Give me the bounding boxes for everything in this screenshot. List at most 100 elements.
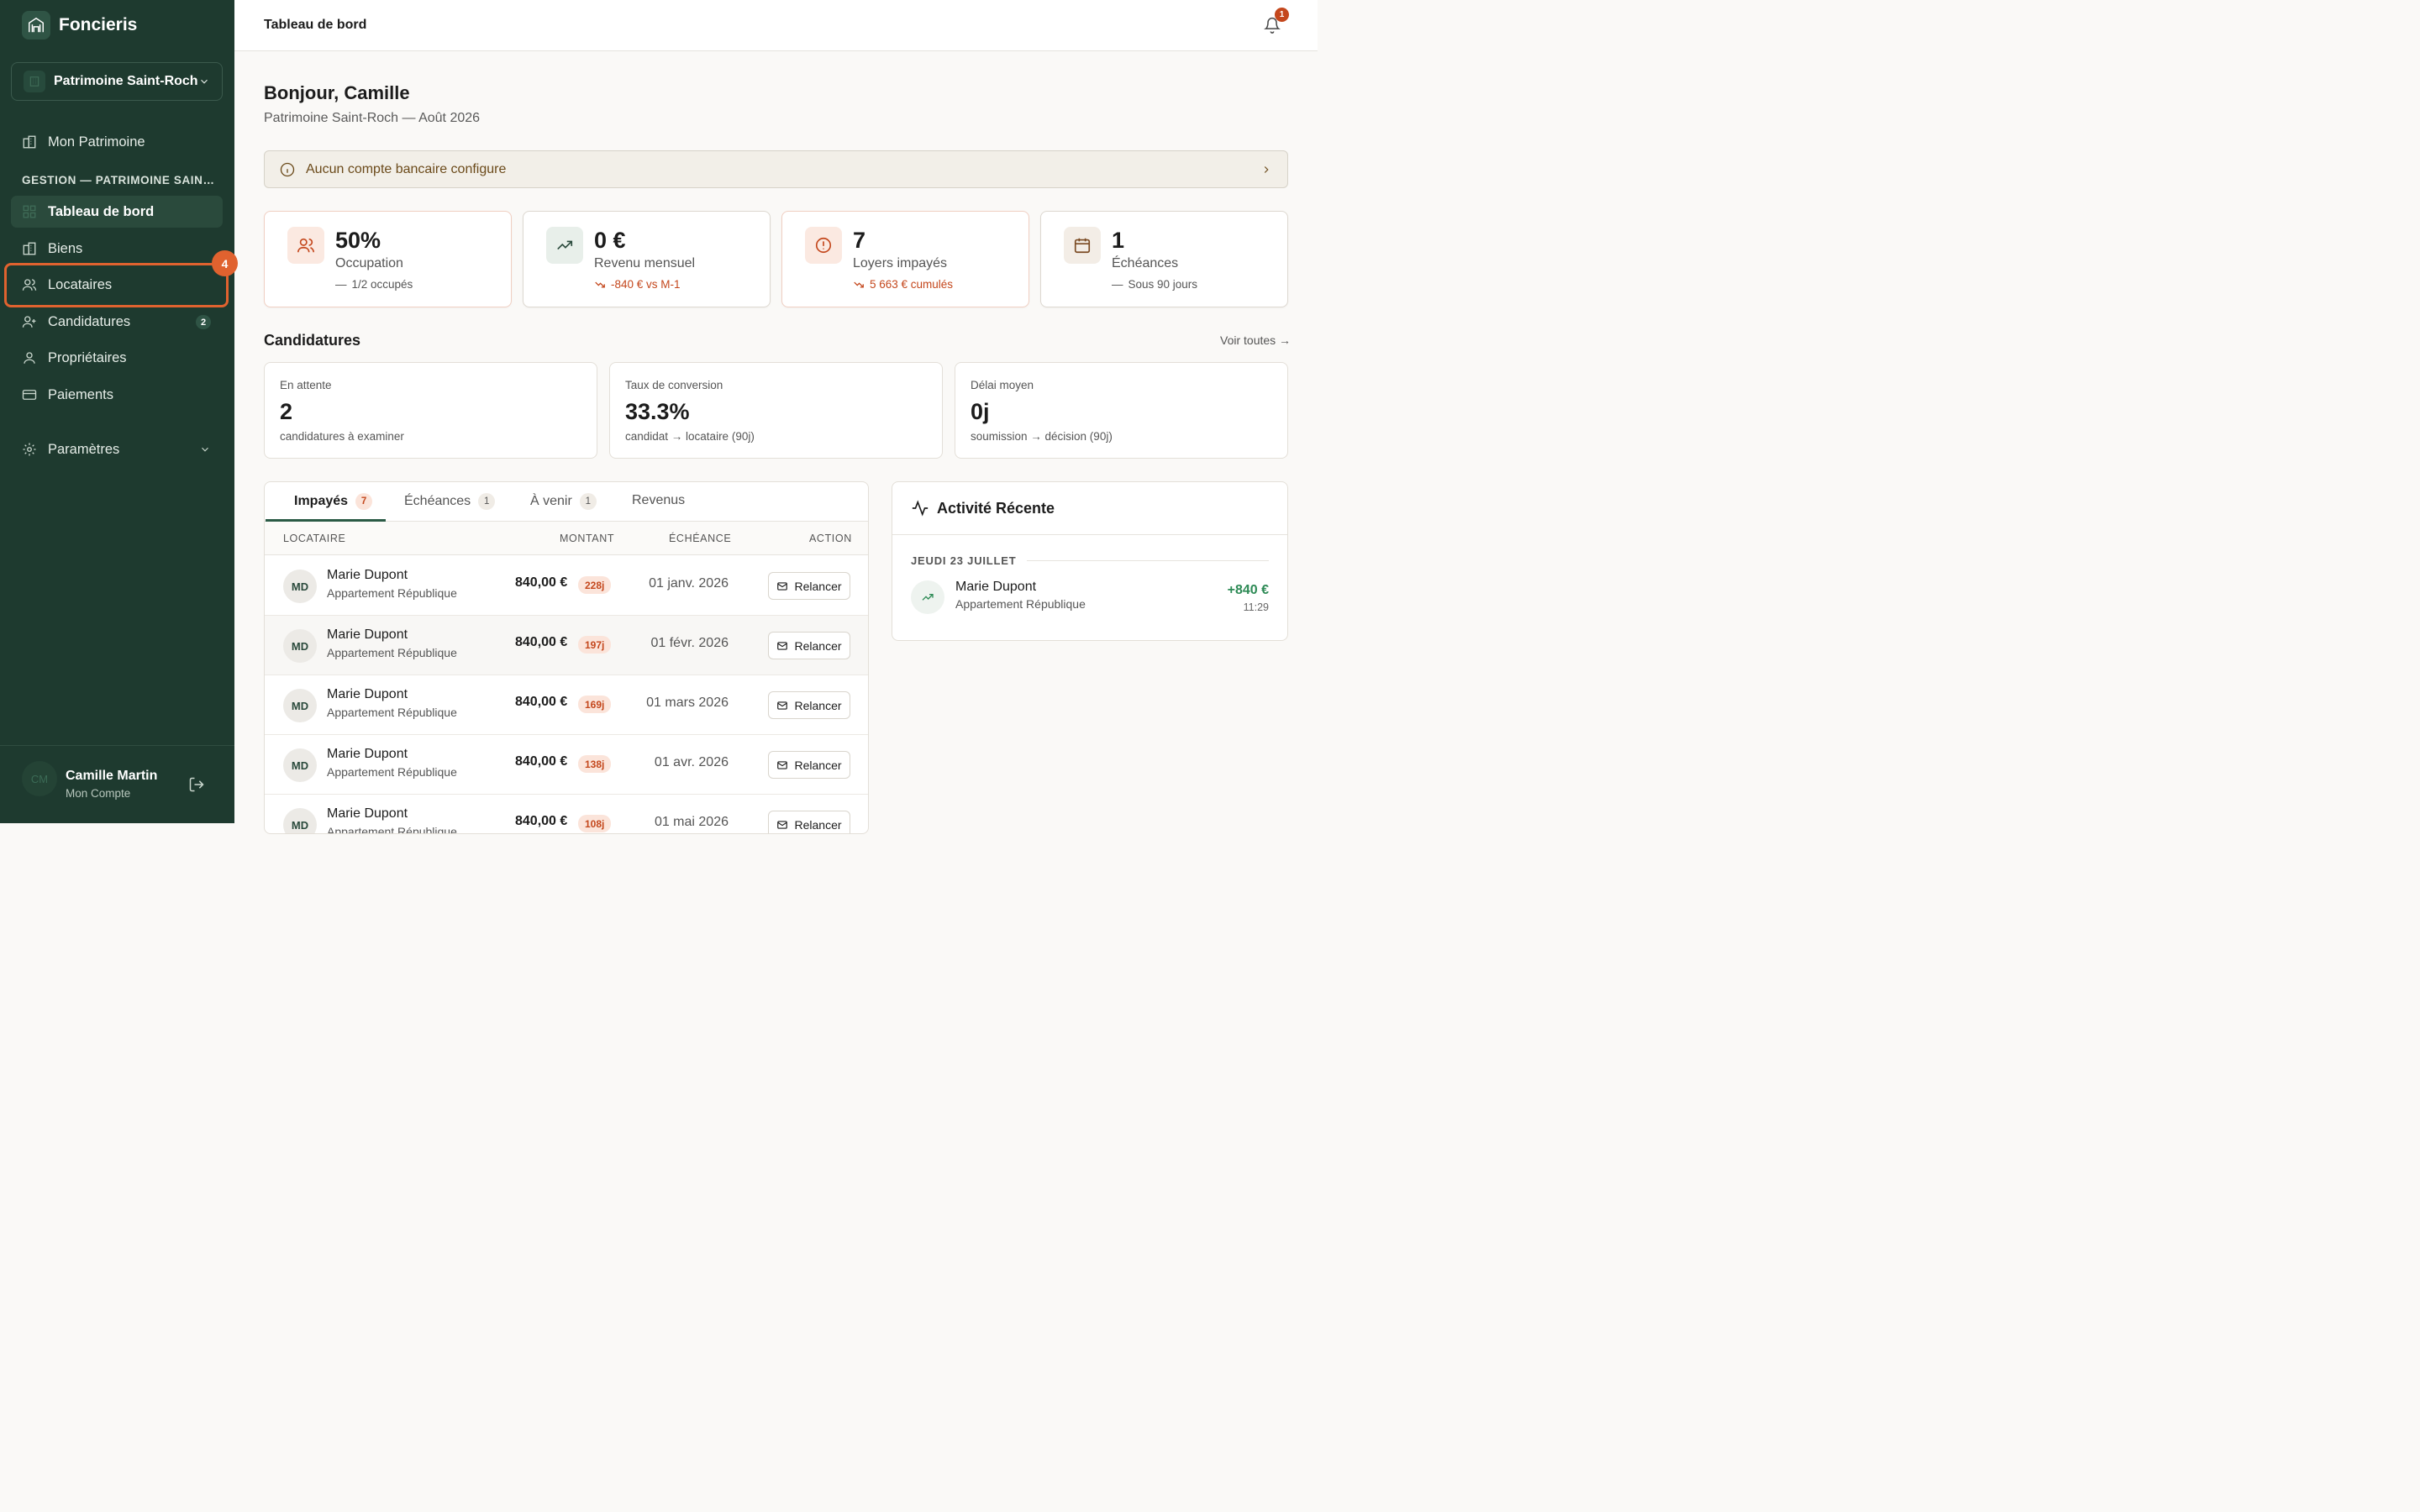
kpi-revenu[interactable]: 0 € Revenu mensuel -840 € vs M-1 (523, 211, 771, 307)
voir-toutes-link[interactable]: Voir toutes → (1220, 333, 1291, 347)
user-account-link[interactable]: Mon Compte (66, 787, 130, 800)
stat-value: 0j (971, 399, 990, 424)
sidebar-item-label: Propriétaires (48, 349, 127, 365)
mail-icon (776, 640, 788, 652)
sidebar-item-proprietaires[interactable]: Propriétaires (11, 342, 223, 374)
activity-amount: +840 € (1227, 583, 1269, 597)
relancer-button[interactable]: Relancer (768, 632, 850, 659)
app-logo[interactable]: Foncieris (22, 11, 137, 39)
recent-activity-card: Activité Récente JEUDI 23 JUILLET Marie … (892, 481, 1288, 641)
table-row[interactable]: MD Marie Dupont Appartement République 8… (265, 556, 868, 616)
column-header-echeance[interactable]: ÉCHÉANCE (669, 533, 731, 544)
overdue-days-badge: 138j (578, 755, 612, 773)
overdue-days-badge: 197j (578, 636, 612, 654)
sidebar-item-paiements[interactable]: Paiements (11, 379, 223, 411)
amount: 840,00 € (515, 575, 568, 590)
tab-label: Échéances (404, 494, 471, 508)
due-date: 01 janv. 2026 (649, 576, 729, 591)
user-icon (22, 350, 37, 365)
tab-label: Revenus (632, 493, 686, 507)
tab-revenus[interactable]: Revenus (632, 493, 685, 508)
trending-up-icon (911, 580, 944, 614)
kpi-occupation[interactable]: 50% Occupation — 1/2 occupés (264, 211, 512, 307)
overdue-days-badge: 228j (578, 576, 612, 594)
trending-up-icon (546, 227, 583, 264)
gear-icon (22, 442, 37, 457)
property-switcher[interactable]: Patrimoine Saint-Roch (11, 62, 223, 101)
switcher-label: Patrimoine Saint-Roch (54, 74, 198, 88)
stat-taux-conversion: Taux de conversion 33.3% candidat → loca… (609, 362, 943, 459)
candidatures-title: Candidatures (264, 332, 361, 349)
calendar-icon (1064, 227, 1101, 264)
tab-label: À venir (530, 494, 572, 508)
sidebar-item-candidatures[interactable]: Candidatures 2 (11, 306, 223, 338)
kpi-sub: — Sous 90 jours (1112, 278, 1197, 291)
kpi-echeances[interactable]: 1 Échéances — Sous 90 jours (1040, 211, 1288, 307)
tab-count-badge: 7 (355, 493, 373, 510)
info-icon (280, 162, 295, 177)
user-name: Camille Martin (66, 769, 158, 783)
column-header-montant[interactable]: MONTANT (560, 533, 614, 544)
activity-name: Marie Dupont (955, 580, 1037, 594)
overdue-days-badge: 108j (578, 815, 612, 832)
column-header-locataire[interactable]: LOCATAIRE (283, 533, 345, 544)
amount: 840,00 € (515, 754, 568, 769)
kpi-sub: 5 663 € cumulés (853, 278, 953, 291)
sidebar-item-mon-patrimoine[interactable]: Mon Patrimoine (11, 126, 223, 158)
activity-title: Activité Récente (937, 500, 1055, 517)
tenant-property: Appartement République (327, 825, 457, 834)
overdue-days-badge: 169j (578, 696, 612, 713)
sidebar-item-tableau-de-bord[interactable]: Tableau de bord (11, 196, 223, 228)
tab-echeances[interactable]: Échéances 1 (404, 493, 496, 510)
table-row[interactable]: MD Marie Dupont Appartement République 8… (265, 735, 868, 795)
bank-account-alert[interactable]: Aucun compte bancaire configure (264, 150, 1288, 188)
tab-a-venir[interactable]: À venir 1 (530, 493, 597, 510)
notification-count-badge: 1 (1275, 8, 1289, 22)
avatar: MD (283, 689, 317, 722)
activity-icon (911, 499, 929, 517)
divider (1027, 560, 1269, 561)
topbar: Tableau de bord 1 (234, 0, 1318, 51)
relancer-button[interactable]: Relancer (768, 691, 850, 719)
sidebar-item-biens[interactable]: Biens (11, 233, 223, 265)
button-label: Relancer (794, 698, 842, 712)
divider (892, 534, 1287, 535)
table-row[interactable]: MD Marie Dupont Appartement République 8… (265, 675, 868, 735)
kpi-value: 1 (1112, 228, 1125, 253)
activity-property: Appartement République (955, 597, 1086, 611)
mail-icon (776, 700, 788, 711)
tenant-name: Marie Dupont (327, 747, 408, 761)
kpi-value: 50% (335, 228, 381, 253)
avatar: MD (283, 748, 317, 782)
table-row[interactable]: MD Marie Dupont Appartement République 8… (265, 795, 868, 834)
tab-impayes[interactable]: Impayés 7 (294, 493, 373, 510)
kpi-value: 0 € (594, 228, 626, 253)
alert-text: Aucun compte bancaire configure (306, 161, 507, 176)
trending-down-icon (594, 279, 606, 291)
due-date: 01 avr. 2026 (654, 755, 729, 769)
relancer-button[interactable]: Relancer (768, 572, 850, 600)
kpi-label: Occupation (335, 256, 403, 270)
app-name: Foncieris (59, 15, 138, 34)
trending-down-icon (853, 279, 865, 291)
relancer-button[interactable]: Relancer (768, 811, 850, 833)
relancer-button[interactable]: Relancer (768, 751, 850, 779)
table-row[interactable]: MD Marie Dupont Appartement République 8… (265, 616, 868, 675)
breadcrumb: Tableau de bord (264, 18, 367, 32)
sidebar-item-parametres[interactable]: Paramètres (11, 433, 223, 465)
button-label: Relancer (794, 579, 842, 593)
mail-icon (776, 580, 788, 592)
chevron-right-icon (1260, 164, 1272, 176)
table-header: LOCATAIRE MONTANT ÉCHÉANCE ACTION (265, 522, 868, 555)
stat-en-attente: En attente 2 candidatures à examiner (264, 362, 597, 459)
page-title: Bonjour, Camille (264, 82, 410, 103)
sidebar-item-label: Paramètres (48, 441, 120, 457)
logout-icon[interactable] (188, 776, 205, 793)
kpi-loyers-impayes[interactable]: 7 Loyers impayés 5 663 € cumulés (781, 211, 1029, 307)
stat-label: En attente (280, 379, 332, 391)
avatar[interactable]: CM (22, 761, 57, 796)
stat-sub: candidat → locataire (90j) (625, 430, 755, 443)
minus-icon: — (1112, 278, 1123, 291)
tenant-name: Marie Dupont (327, 806, 408, 821)
due-date: 01 mars 2026 (646, 696, 729, 710)
